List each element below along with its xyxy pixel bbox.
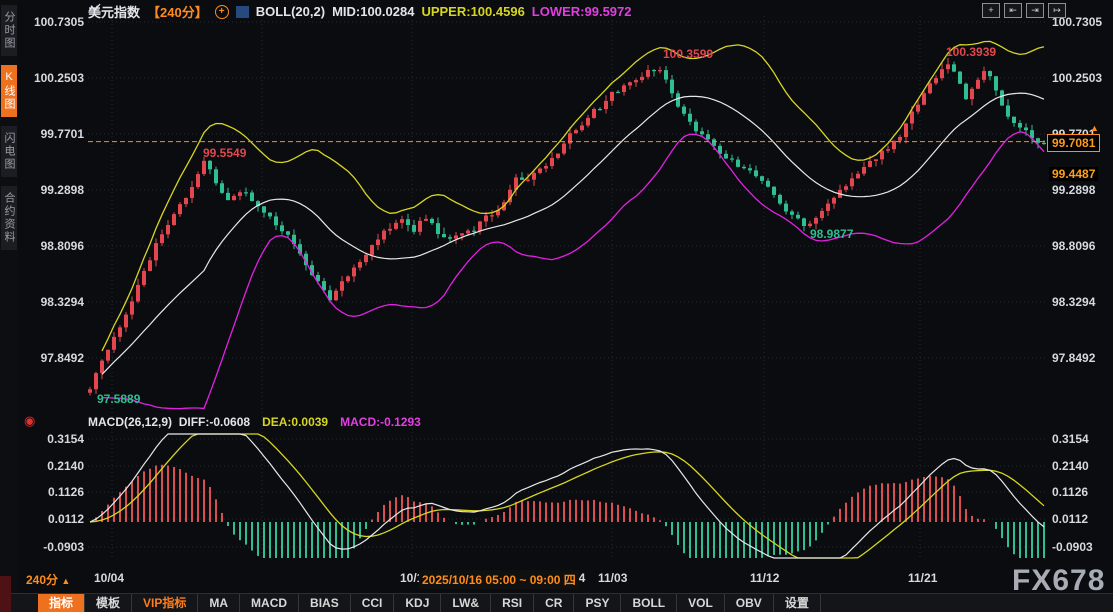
price-tick-left: 97.8492 [18, 351, 84, 365]
swing-low-label: 98.9877 [810, 227, 853, 241]
boll-upper-value: UPPER:100.4596 [421, 4, 524, 19]
sidebar-item-contract-info[interactable]: 合约资料 [1, 186, 17, 250]
secondary-price-box: 99.4487 [1049, 167, 1098, 181]
period-badge: 【240分】 [147, 2, 208, 21]
toolbar-item-rsi[interactable]: RSI [491, 594, 534, 612]
price-alert-arrow-icon: ▲ [1090, 124, 1099, 132]
boll-chart-icon [236, 6, 249, 18]
macd-tick-right: 0.2140 [1052, 459, 1089, 473]
boll-lower-value: LOWER:99.5972 [532, 4, 632, 19]
macd-name-and-diff: MACD(26,12,9) DIFF:-0.0608 [88, 415, 250, 429]
chart-type-sidebar: 分时图 K线图 闪电图 合约资料 [0, 0, 18, 612]
toolbar-item-bias[interactable]: BIAS [299, 594, 351, 612]
date-tick: 10/04 [94, 571, 124, 585]
macd-tick-left: -0.0903 [18, 540, 84, 554]
corner-strip [0, 576, 11, 612]
macd-header: MACD(26,12,9) DIFF:-0.0608 DEA:0.0039 MA… [88, 415, 421, 429]
price-tick-right: 98.8096 [1052, 239, 1095, 253]
toolbar-item-indicator[interactable]: 指标 [38, 594, 85, 612]
toolbar-item-macd[interactable]: MACD [240, 594, 299, 612]
price-tick-right: 99.2898 [1052, 183, 1095, 197]
price-tick-right: 97.8492 [1052, 351, 1095, 365]
period-selector[interactable]: 240分 ▲ [26, 571, 70, 588]
price-tick-left: 100.2503 [18, 71, 84, 85]
macd-tick-right: 0.1126 [1052, 485, 1088, 499]
swing-high-label: 100.3939 [946, 45, 996, 59]
boll-label: BOLL(20,2) [256, 4, 325, 19]
price-tick-left: 100.7305 [18, 15, 84, 29]
chart-nav-buttons: + ⇤ ⇥ ↦ [982, 3, 1066, 18]
macd-tick-left: 0.2140 [18, 459, 84, 473]
macd-tick-left: 0.1126 [18, 485, 84, 499]
toolbar-item-settings[interactable]: 设置 [774, 594, 821, 612]
toolbar-item-boll[interactable]: BOLL [621, 594, 677, 612]
price-tick-right: 98.3294 [1052, 295, 1095, 309]
price-tick-left: 98.8096 [18, 239, 84, 253]
macd-tick-right: -0.0903 [1052, 540, 1093, 554]
chart-header: 美元指数 【240分】 + BOLL(20,2) MID:100.0284 UP… [88, 2, 632, 21]
macd-hist-value: MACD:-0.1293 [340, 415, 421, 429]
macd-tick-right: 0.0112 [1052, 512, 1088, 526]
toolbar-item-psy[interactable]: PSY [574, 594, 621, 612]
macd-tick-left: 0.0112 [18, 512, 84, 526]
date-tick: 11/03 [598, 571, 627, 585]
date-tick: 11/12 [750, 571, 779, 585]
toolbar-item-vol[interactable]: VOL [677, 594, 725, 612]
sidebar-item-timeshare[interactable]: 分时图 [1, 5, 17, 56]
price-tick-left: 99.2898 [18, 183, 84, 197]
date-tick: 11/21 [908, 571, 937, 585]
sidebar-item-kline[interactable]: K线图 [1, 65, 17, 117]
pan-right-icon[interactable]: ⇥ [1026, 3, 1044, 18]
macd-tick-right: 0.3154 [1052, 432, 1089, 446]
macd-tick-left: 0.3154 [18, 432, 84, 446]
macd-dea-value: DEA:0.0039 [262, 415, 328, 429]
current-price-box: 99.7081 [1047, 134, 1100, 152]
swing-high-label: 100.3599 [663, 47, 713, 61]
pan-left-icon[interactable]: ⇤ [1004, 3, 1022, 18]
toolbar-item-ma[interactable]: MA [198, 594, 240, 612]
goto-latest-icon[interactable]: ↦ [1048, 3, 1066, 18]
trading-app-window: 分时图 K线图 闪电图 合约资料 美元指数 【240分】 + BOLL(20,2… [0, 0, 1113, 612]
toolbar-item-obv[interactable]: OBV [725, 594, 774, 612]
chart-canvas[interactable] [0, 0, 1113, 612]
toolbar-item-cci[interactable]: CCI [351, 594, 395, 612]
bar-time-tooltip: 2025/10/16 05:00 ~ 09:00 四 [419, 570, 579, 589]
alert-icon[interactable]: ◉ [24, 413, 35, 429]
add-indicator-icon[interactable]: + [215, 5, 229, 19]
swing-low-label: 97.5889 [97, 392, 140, 406]
swing-high-label: 99.5549 [203, 146, 246, 160]
crosshair-icon[interactable]: + [982, 3, 1000, 18]
price-tick-right: 100.2503 [1052, 71, 1102, 85]
price-tick-left: 98.3294 [18, 295, 84, 309]
toolbar-item-vip-indicator[interactable]: VIP指标 [132, 594, 198, 612]
toolbar-item-lwr[interactable]: LW& [441, 594, 491, 612]
toolbar-item-kdj[interactable]: KDJ [394, 594, 441, 612]
toolbar-item-cr[interactable]: CR [534, 594, 574, 612]
sidebar-item-lightning[interactable]: 闪电图 [1, 126, 17, 177]
price-tick-left: 99.7701 [18, 127, 84, 141]
toolbar-item-template[interactable]: 模板 [85, 594, 132, 612]
boll-mid-value: MID:100.0284 [332, 4, 414, 19]
indicator-toolbar: 指标 模板 VIP指标 MA MACD BIAS CCI KDJ LW& RSI… [0, 593, 1113, 612]
